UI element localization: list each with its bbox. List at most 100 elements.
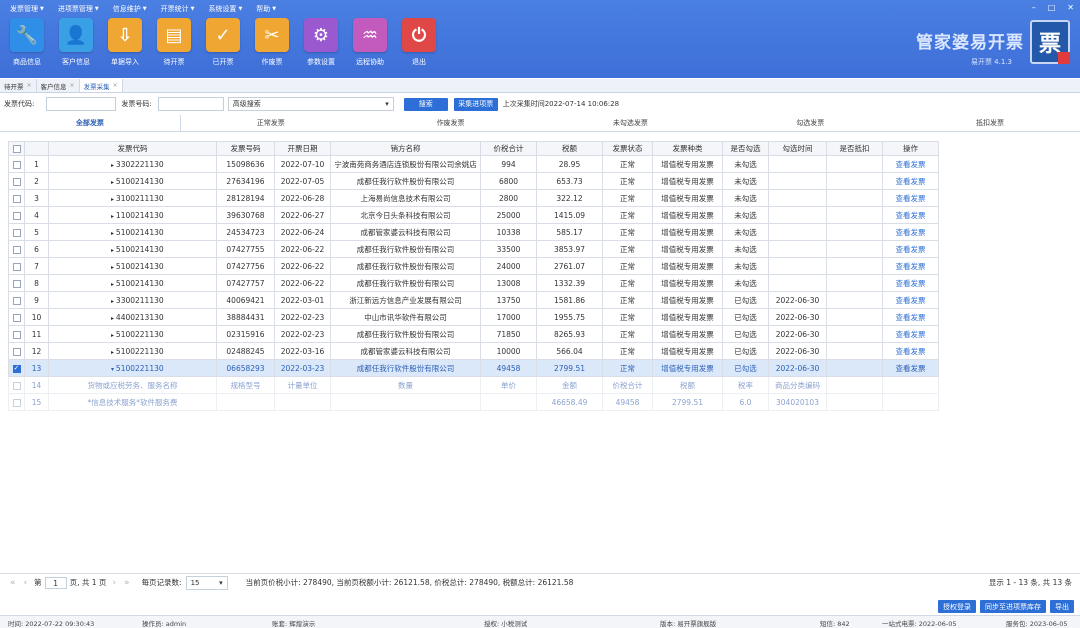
category-tab[interactable]: 未勾选发票 [540, 115, 720, 131]
page-input[interactable]: 1 [44, 576, 67, 589]
last-page-icon[interactable]: » [124, 578, 130, 588]
checkbox[interactable] [12, 398, 21, 407]
prev-page-icon[interactable]: ‹ [24, 578, 28, 588]
view-invoice-link[interactable]: 查看发票 [882, 274, 939, 292]
first-page-icon[interactable]: « [10, 578, 16, 588]
category-tab[interactable]: 抵扣发票 [900, 115, 1080, 131]
checkbox-cell[interactable] [8, 291, 25, 309]
menu-item[interactable]: 发票管理 ▼ [4, 2, 50, 16]
checkbox-cell[interactable] [8, 325, 25, 343]
checkbox[interactable] [12, 194, 21, 203]
view-invoice-link[interactable]: 查看发票 [882, 189, 939, 207]
close-icon[interactable]: ✕ [1067, 3, 1074, 12]
toolbar-button[interactable]: ⏻ 退出 [400, 18, 438, 67]
table-row[interactable]: 6 ▸ 5100214130 07427755 2022-06-22 成都任我行软件股份… [8, 240, 939, 258]
view-invoice-link[interactable]: 查看发票 [882, 257, 939, 275]
checkbox[interactable] [12, 364, 21, 373]
code-input[interactable] [46, 97, 117, 111]
table-row[interactable]: 13▾ 5100221130066582932022-03-23成都任我行软件股… [8, 359, 939, 377]
checkbox-cell[interactable] [8, 206, 25, 224]
checkbox[interactable] [12, 228, 21, 237]
tab-item[interactable]: 发票采集 × [79, 79, 123, 92]
toolbar-button[interactable]: ▤ 待开票 [155, 18, 193, 67]
checkbox-cell[interactable] [8, 308, 25, 326]
category-tab[interactable]: 勾选发票 [720, 115, 900, 131]
checkbox[interactable] [12, 211, 21, 220]
sync-inventory-button[interactable]: 同步至进项票库存 [980, 600, 1046, 613]
view-invoice-link[interactable]: 查看发票 [882, 359, 939, 377]
collect-button[interactable]: 采集进项票 [453, 97, 498, 111]
view-invoice-link[interactable]: 查看发票 [882, 223, 939, 241]
menu-item[interactable]: 开票统计 ▼ [155, 2, 201, 16]
next-page-icon[interactable]: › [112, 578, 116, 588]
menu-item[interactable]: 系统设置 ▼ [202, 2, 248, 16]
minimize-icon[interactable]: – [1032, 3, 1036, 12]
table-row[interactable]: 5 ▸ 5100214130 24534723 2022-06-24 成都管家婆云科技有… [8, 223, 939, 241]
search-mode-select[interactable]: 高级搜索 ▾ [227, 97, 394, 111]
checkbox-cell[interactable] [8, 393, 25, 411]
checkbox[interactable] [12, 262, 21, 271]
toolbar-button[interactable]: 👤 客户信息 [57, 18, 95, 67]
view-invoice-link[interactable]: 查看发票 [882, 325, 939, 343]
checkbox[interactable] [12, 381, 21, 390]
table-row[interactable]: 12 ▸ 5100221130 02488245 2022-03-16 成都管家婆云科技… [8, 342, 939, 360]
checkbox-cell[interactable] [8, 189, 25, 207]
toolbar-button[interactable]: ⇩ 单据导入 [106, 18, 144, 67]
checkbox[interactable] [12, 313, 21, 322]
search-button[interactable]: 搜索 [403, 97, 448, 111]
checkbox-cell[interactable] [8, 172, 25, 190]
table-row[interactable]: 1 ▸ 3302221130 15098636 2022-07-10 宁波南苑商务酒店连… [8, 155, 939, 173]
checkbox[interactable] [12, 296, 21, 305]
maximize-icon[interactable]: □ [1048, 3, 1056, 12]
checkbox-cell[interactable] [8, 223, 25, 241]
menu-item[interactable]: 帮助 ▼ [250, 2, 282, 16]
toolbar-button[interactable]: 🔧 商品信息 [8, 18, 46, 67]
table-row[interactable]: 11 ▸ 5100221130 02315916 2022-02-23 成都任我行软件股… [8, 325, 939, 343]
category-tab[interactable]: 全部发票 [0, 115, 181, 131]
checkbox-cell[interactable] [8, 240, 25, 258]
checkbox[interactable] [12, 177, 21, 186]
menu-item[interactable]: 信息维护 ▼ [107, 2, 153, 16]
view-invoice-link[interactable]: 查看发票 [882, 206, 939, 224]
checkbox-cell[interactable] [8, 376, 25, 394]
view-invoice-link[interactable]: 查看发票 [882, 291, 939, 309]
table-row[interactable]: 8 ▸ 5100214130 07427757 2022-06-22 成都任我行软件股份… [8, 274, 939, 292]
toolbar-button[interactable]: ✂ 作废票 [253, 18, 291, 67]
toolbar-button[interactable]: ⚙ 参数设置 [302, 18, 340, 67]
table-row[interactable]: 3 ▸ 3100211130 28128194 2022-06-28 上海易尚信息技术有… [8, 189, 939, 207]
checkbox-cell[interactable] [8, 274, 25, 292]
close-icon[interactable]: × [27, 82, 32, 89]
table-row[interactable]: 4 ▸ 1100214130 39630768 2022-06-27 北京今日头条科技有… [8, 206, 939, 224]
view-invoice-link[interactable]: 查看发票 [882, 155, 939, 173]
per-page-select[interactable]: 15 ▾ [185, 575, 228, 590]
tab-item[interactable]: 客户信息 × [37, 79, 80, 92]
table-row[interactable]: 9 ▸ 3300211130 40069421 2022-03-01 浙江新远方信息产业… [8, 291, 939, 309]
view-invoice-link[interactable]: 查看发票 [882, 240, 939, 258]
authorize-login-button[interactable]: 授权登录 [938, 600, 976, 613]
view-invoice-link[interactable]: 查看发票 [882, 342, 939, 360]
checkbox[interactable] [12, 279, 21, 288]
checkbox[interactable] [12, 145, 21, 153]
category-tab[interactable]: 正常发票 [181, 115, 361, 131]
menu-item[interactable]: 进项票管理 ▼ [52, 2, 105, 16]
checkbox[interactable] [12, 330, 21, 339]
checkbox[interactable] [12, 160, 21, 169]
toolbar-button[interactable]: ✓ 已开票 [204, 18, 242, 67]
view-invoice-link[interactable]: 查看发票 [882, 308, 939, 326]
checkbox-cell[interactable] [8, 359, 25, 377]
header-checkbox-cell[interactable] [8, 141, 25, 156]
checkbox-cell[interactable] [8, 342, 25, 360]
checkbox[interactable] [12, 245, 21, 254]
checkbox[interactable] [12, 347, 21, 356]
table-row[interactable]: 7 ▸ 5100214130 07427756 2022-06-22 成都任我行软件股份… [8, 257, 939, 275]
toolbar-button[interactable]: ♒ 远程协助 [351, 18, 389, 67]
export-button[interactable]: 导出 [1050, 600, 1074, 613]
checkbox-cell[interactable] [8, 155, 25, 173]
close-icon[interactable]: × [113, 82, 118, 89]
checkbox-cell[interactable] [8, 257, 25, 275]
close-icon[interactable]: × [70, 82, 75, 89]
number-input[interactable] [157, 97, 224, 111]
table-row[interactable]: 2 ▸ 5100214130 27634196 2022-07-05 成都任我行软件股份… [8, 172, 939, 190]
table-row[interactable]: 10 ▸ 4400213130 38884431 2022-02-23 中山市讯华软件有… [8, 308, 939, 326]
view-invoice-link[interactable]: 查看发票 [882, 172, 939, 190]
